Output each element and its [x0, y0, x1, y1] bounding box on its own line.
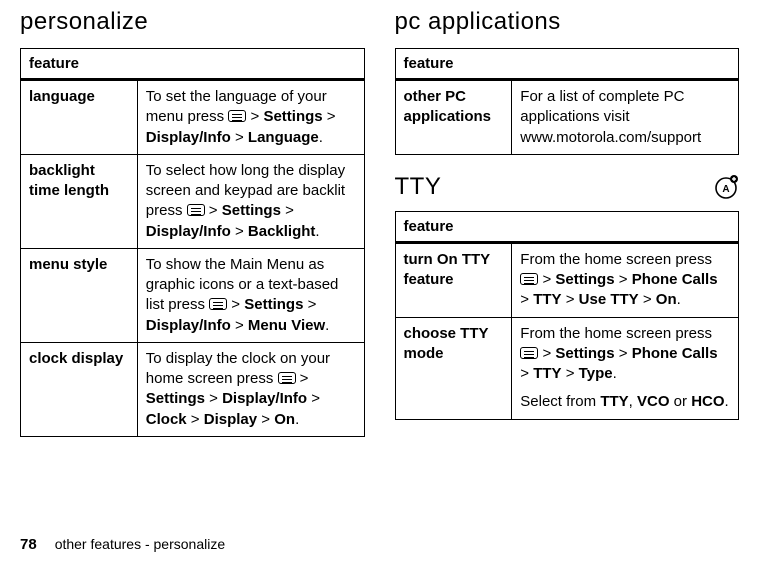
menu-icon: [278, 372, 296, 384]
row-label: turn On TTY feature: [395, 242, 512, 317]
row-desc: From the home screen press > Settings > …: [512, 242, 739, 317]
page-number: 78: [20, 536, 37, 553]
personalize-table: feature language To set the language of …: [20, 48, 365, 437]
menu-icon: [520, 273, 538, 285]
row-desc: For a list of complete PC applications v…: [512, 80, 739, 155]
table-row: backlight time length To select how long…: [21, 154, 365, 248]
pc-apps-table: feature other PC applications For a list…: [395, 48, 740, 155]
menu-icon: [187, 204, 205, 216]
table-row: choose TTY mode From the home screen pre…: [395, 317, 739, 419]
right-column: pc applications feature other PC applica…: [395, 8, 740, 437]
table-row: other PC applications For a list of comp…: [395, 80, 739, 155]
page-footer: 78 other features - personalize: [20, 536, 225, 553]
row-desc: To show the Main Menu as graphic icons o…: [137, 248, 364, 342]
row-label: menu style: [21, 248, 138, 342]
row-desc: From the home screen press > Settings > …: [512, 317, 739, 419]
menu-icon: [209, 298, 227, 310]
heading-tty: TTY: [395, 173, 442, 201]
tty-table: feature turn On TTY feature From the hom…: [395, 211, 740, 420]
table-header: feature: [395, 49, 739, 80]
row-label: language: [21, 80, 138, 155]
row-label: clock display: [21, 342, 138, 436]
menu-icon: [520, 347, 538, 359]
accessibility-icon: A: [713, 174, 739, 200]
page-columns: personalize feature language To set the …: [0, 0, 759, 437]
heading-pc-applications: pc applications: [395, 8, 740, 36]
row-desc: To select how long the display screen an…: [137, 154, 364, 248]
row-desc: To set the language of your menu press >…: [137, 80, 364, 155]
svg-text:A: A: [722, 184, 729, 195]
table-row: language To set the language of your men…: [21, 80, 365, 155]
table-header: feature: [21, 49, 365, 80]
heading-personalize: personalize: [20, 8, 365, 36]
row-label: backlight time length: [21, 154, 138, 248]
menu-icon: [228, 110, 246, 122]
table-row: turn On TTY feature From the home screen…: [395, 242, 739, 317]
row-desc: To display the clock on your home screen…: [137, 342, 364, 436]
footer-text: other features - personalize: [55, 536, 225, 552]
table-row: menu style To show the Main Menu as grap…: [21, 248, 365, 342]
tty-heading-row: TTY A: [395, 173, 740, 201]
row-label: other PC applications: [395, 80, 512, 155]
row-label: choose TTY mode: [395, 317, 512, 419]
left-column: personalize feature language To set the …: [20, 8, 365, 437]
table-header: feature: [395, 211, 739, 242]
table-row: clock display To display the clock on yo…: [21, 342, 365, 436]
